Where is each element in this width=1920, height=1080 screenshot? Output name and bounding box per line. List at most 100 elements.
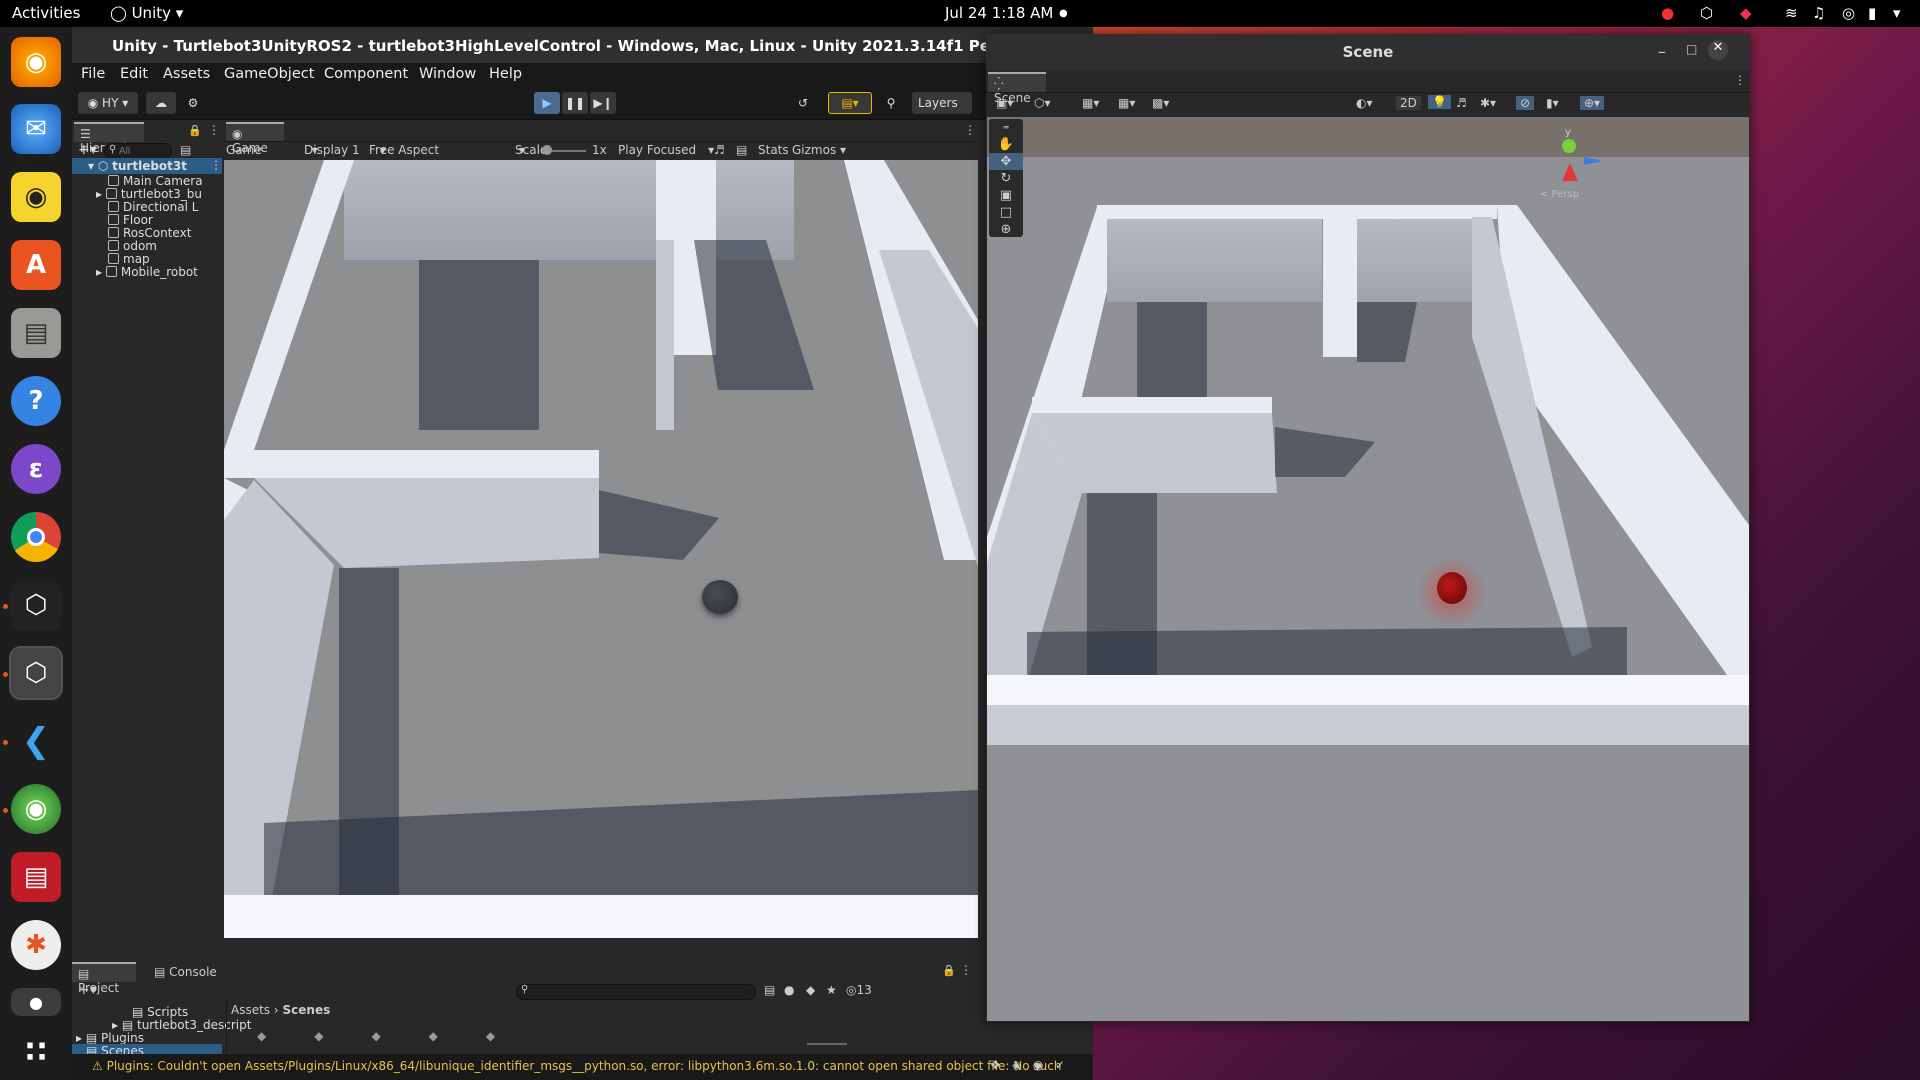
lock-icon[interactable]: 🔒 [942, 964, 956, 977]
menu-assets[interactable]: Assets [163, 66, 210, 82]
scale-tool-icon[interactable]: ▣ [989, 187, 1023, 204]
gazebo-icon[interactable]: ✱ [11, 920, 61, 970]
microphone-icon[interactable]: ◎ [1842, 4, 1855, 22]
battery-icon[interactable]: ▮ [1868, 4, 1876, 22]
cache-icon[interactable]: ◉ [1033, 1058, 1043, 1072]
more-options-icon[interactable]: ⋮ [960, 963, 972, 977]
pause-button[interactable]: ❚❚ [562, 92, 588, 114]
rhythmbox-icon[interactable]: ◉ [11, 172, 61, 222]
terminal-icon[interactable]: ▤ [11, 852, 61, 902]
cloud-icon[interactable]: ☁ [146, 92, 176, 114]
maximize-button[interactable]: □ [1686, 42, 1697, 56]
more-options-icon[interactable]: ⋮ [1734, 73, 1746, 87]
tab-hierarchy[interactable]: ☰ Hierarchy [74, 122, 144, 155]
system-menu-chevron-icon[interactable]: ▾ [1893, 4, 1901, 22]
layers-dropdown[interactable]: Layers [912, 92, 972, 114]
menu-window[interactable]: Window [419, 66, 476, 82]
audio-mute-icon[interactable]: ♬ [714, 143, 725, 157]
effects-icon[interactable]: ✱▾ [1480, 96, 1496, 110]
shading-mode-icon[interactable]: ▣▾ [996, 96, 1013, 110]
more-options-icon[interactable]: ⋮ [210, 158, 222, 172]
favorite-icon[interactable]: ★ [826, 983, 837, 997]
progress-icon[interactable]: ✓ [1055, 1058, 1065, 1072]
scene-root-row[interactable]: ▾ ⬡ turtlebot3t ⋮ [72, 158, 222, 174]
menu-component[interactable]: Component [324, 66, 408, 82]
gizmos-dropdown[interactable]: Gizmos ▾ [792, 143, 846, 157]
grid-snap-icon[interactable]: ▦▾ [1082, 96, 1099, 110]
camera-settings-icon[interactable]: ▮▾ [1546, 96, 1559, 110]
create-asset-button[interactable]: +▾ [78, 982, 97, 998]
close-button[interactable]: ✕ [1708, 40, 1728, 60]
account-dropdown[interactable]: ◉ HY ▾ [78, 92, 138, 114]
audio-toggle-icon[interactable]: ♬ [1456, 96, 1467, 110]
tab-game[interactable]: ◉ Game [226, 122, 284, 155]
more-options-icon[interactable]: ⋮ [208, 123, 220, 137]
thumbnail-size-slider[interactable] [807, 1043, 847, 1045]
clock[interactable]: Jul 24 1:18 AM [945, 4, 1053, 22]
menu-file[interactable]: File [81, 66, 105, 82]
gizmos-icon[interactable]: ⊕▾ [1580, 96, 1605, 110]
menu-gameobject[interactable]: GameObject [224, 66, 314, 82]
persp-label[interactable]: < Persp [1540, 189, 1579, 200]
play-button[interactable]: ▶ [534, 92, 560, 114]
search-by-type-icon[interactable]: ▤ [764, 983, 775, 997]
firefox-icon[interactable]: ◉ [11, 37, 61, 87]
chrome-icon[interactable] [11, 512, 61, 562]
menu-edit[interactable]: Edit [120, 66, 148, 82]
unity-hub-icon[interactable]: ⬡ [11, 580, 61, 630]
render-mode-icon[interactable]: ◐▾ [1356, 96, 1373, 110]
hierarchy-item[interactable]: ▸ Mobile_robot [96, 265, 198, 281]
scale-slider[interactable] [546, 150, 586, 152]
more-options-icon[interactable]: ⋮ [964, 123, 976, 137]
tray-app-icon[interactable]: ◆ [1740, 4, 1752, 22]
undo-history-icon[interactable]: ↺ [792, 92, 814, 114]
search-icon[interactable]: ⚲ [880, 92, 902, 114]
align-icon[interactable]: ▩▾ [1152, 96, 1169, 110]
transform-tool-icon[interactable]: ⊕ [989, 221, 1023, 238]
lighting-toggle-icon[interactable]: 💡 [1428, 95, 1451, 109]
tab-project[interactable]: ▤ Project [72, 962, 136, 995]
tab-scene[interactable]: ⁛ Scene [988, 72, 1046, 105]
play-focused-dropdown[interactable]: Play Focused ▾ [618, 143, 714, 157]
activities-button[interactable]: Activities [12, 4, 80, 22]
apps-grid-icon[interactable]: ∷ [11, 1027, 61, 1077]
asset-thumbnails[interactable]: ◆◆◆◆◆ [257, 1029, 543, 1043]
bug-icon[interactable]: ❖ [990, 1058, 1001, 1072]
files-icon[interactable]: ▤ [11, 308, 61, 358]
gizmo-z-axis[interactable] [1584, 157, 1602, 165]
collab-icon[interactable]: ⚙ [182, 92, 204, 114]
minimize-button[interactable]: – [1658, 42, 1666, 61]
draw-mode-icon[interactable]: ⬡▾ [1034, 96, 1051, 110]
project-search-input[interactable] [516, 984, 756, 1000]
thunderbird-icon[interactable]: ✉ [11, 104, 61, 154]
rect-tool-icon[interactable]: □ [989, 204, 1023, 221]
game-view[interactable] [224, 160, 978, 938]
unity-tray-icon[interactable]: ⬡ [1700, 4, 1713, 22]
breadcrumb-assets[interactable]: Assets [231, 1003, 270, 1017]
breadcrumb-scenes[interactable]: Scenes [283, 1003, 331, 1017]
app-menu[interactable]: ◯ Unity ▾ [110, 4, 183, 22]
move-tool-icon[interactable]: ✥ [989, 153, 1023, 170]
tab-console[interactable]: ▤ Console [154, 965, 217, 979]
record-indicator-icon[interactable]: ● [1661, 4, 1674, 22]
step-button[interactable]: ▶❙ [590, 92, 616, 114]
turtlebot-robot-selected[interactable] [1437, 572, 1467, 604]
toggle-2d-button[interactable]: 2D [1396, 96, 1421, 110]
rqt-icon[interactable]: ● [11, 988, 61, 1016]
hand-tool-icon[interactable]: ✋ [989, 136, 1023, 153]
console-status-bar[interactable]: ⚠ Plugins: Couldn't open Assets/Plugins/… [72, 1054, 1093, 1080]
gizmo-y-axis[interactable] [1562, 139, 1576, 153]
scene-view[interactable]: ═ ✋ ✥ ↻ ▣ □ ⊕ y < Persp [987, 117, 1749, 1021]
layout-dropdown[interactable]: ▤▾ [828, 92, 872, 114]
lock-icon[interactable]: 🔒 [188, 124, 202, 137]
volume-icon[interactable]: ♫ [1812, 4, 1825, 22]
add-object-button[interactable]: +▾ [78, 142, 97, 158]
search-by-label-icon[interactable]: ● [784, 983, 794, 997]
hidden-packages-icon[interactable]: ◎13 [846, 983, 872, 997]
help-icon[interactable]: ? [11, 376, 61, 426]
rviz-icon[interactable]: ◉ [11, 784, 61, 834]
wifi-icon[interactable]: ≋ [1785, 4, 1798, 22]
hidden-objects-icon[interactable]: ⊘ [1516, 96, 1535, 110]
aspect-dropdown[interactable]: Free Aspect ▾ [369, 143, 525, 157]
stats-button[interactable]: Stats [758, 143, 789, 157]
